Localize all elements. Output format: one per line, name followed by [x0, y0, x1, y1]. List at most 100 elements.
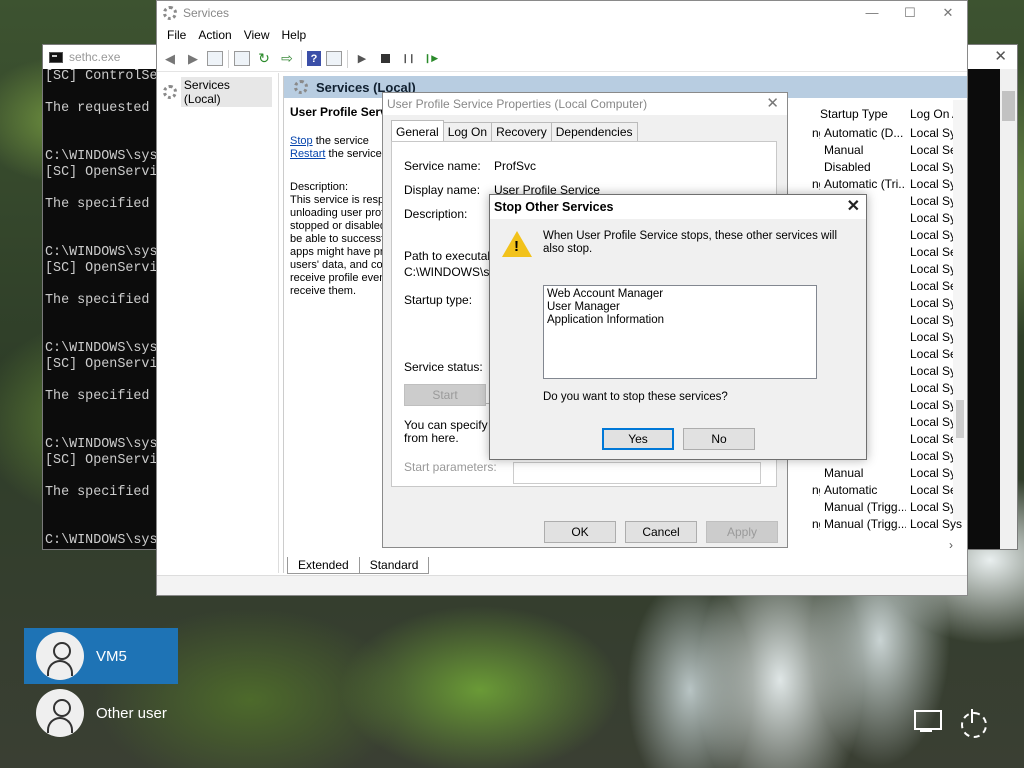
table-row[interactable]: ngAutomaticLocal Ser	[812, 481, 968, 498]
row-startup-type: Automatic	[824, 482, 878, 497]
start-params-input[interactable]	[513, 462, 761, 484]
restart-service-icon[interactable]	[422, 50, 440, 68]
properties-titlebar[interactable]: User Profile Service Properties (Local C…	[383, 93, 787, 115]
console-tree-icon[interactable]	[207, 51, 223, 66]
toolbar-separator	[228, 49, 229, 68]
ok-button[interactable]: OK	[544, 521, 616, 543]
tab-recovery[interactable]: Recovery	[491, 122, 552, 143]
service-description-label: Description:	[290, 181, 349, 193]
export-list-icon[interactable]	[278, 50, 296, 68]
properties-title: User Profile Service Properties (Local C…	[387, 97, 648, 111]
forward-icon[interactable]	[184, 50, 202, 68]
no-button[interactable]: No	[683, 428, 755, 450]
row-startup-type: Manual	[824, 465, 864, 480]
start-button[interactable]: Start	[404, 384, 486, 406]
tree-node-services-local[interactable]: Services (Local)	[157, 73, 278, 111]
description-line: receive profile event	[290, 272, 389, 284]
stop-service-icon[interactable]	[376, 50, 394, 68]
grid-vertical-scrollbar[interactable]	[953, 100, 967, 520]
cancel-button[interactable]: Cancel	[625, 521, 697, 543]
close-icon[interactable]: ✕	[929, 1, 967, 24]
start-service-icon[interactable]	[353, 50, 371, 68]
table-row[interactable]: ngAutomatic (Tri...Local Sys	[812, 175, 968, 192]
gear-icon	[163, 85, 177, 99]
console-close-icon[interactable]: ✕	[994, 47, 1007, 65]
tab-dependencies[interactable]: Dependencies	[550, 122, 638, 143]
stop-dialog-question: Do you want to stop these services?	[543, 391, 728, 403]
row-startup-type: Automatic (Tri...	[824, 176, 906, 191]
description-line: receive them.	[290, 285, 357, 297]
console-scrollbar[interactable]	[1000, 69, 1017, 549]
dependent-service-item[interactable]: Web Account Manager	[547, 288, 813, 301]
toolbar-separator	[301, 49, 302, 68]
user-tile-other-user[interactable]: Other user	[24, 685, 178, 741]
startup-type-label: Startup type:	[404, 293, 473, 307]
properties-icon[interactable]	[234, 51, 250, 66]
stop-dialog-title: Stop Other Services	[494, 200, 614, 214]
services-title: Services	[183, 5, 230, 20]
maximize-icon[interactable]: ☐	[891, 1, 929, 24]
dependent-service-item[interactable]: Application Information	[547, 314, 813, 327]
pause-service-icon[interactable]	[399, 50, 417, 68]
cmd-icon	[49, 51, 63, 63]
tab-general[interactable]: General	[391, 120, 444, 143]
user-name: Other user	[96, 704, 167, 722]
tab-log-on[interactable]: Log On	[442, 122, 493, 143]
table-row[interactable]: ngAutomatic (D...Local Sys	[812, 124, 968, 141]
row-startup-type: Manual	[824, 142, 864, 157]
column-startup-type[interactable]: Startup Type	[812, 107, 906, 121]
stop-dialog-message: When User Profile Service stops, these o…	[543, 230, 837, 255]
stop-other-services-dialog[interactable]: Stop Other Services ✕ When User Profile …	[489, 194, 867, 460]
menu-bar: File Action View Help	[157, 24, 967, 46]
service-detail: User Profile Serv Stop the service Resta…	[290, 105, 391, 298]
help-icon[interactable]: ?	[307, 51, 321, 66]
restart-service-link[interactable]: Restart	[290, 148, 325, 160]
description-line: unloading user profil	[290, 207, 390, 219]
description-line: users' data, and con	[290, 259, 389, 271]
services-titlebar[interactable]: Services — ☐ ✕	[157, 1, 967, 24]
scroll-right-icon[interactable]: ›	[949, 538, 953, 552]
toolbar: ?	[157, 46, 967, 72]
user-avatar-icon	[36, 632, 84, 680]
row-name-fragment: ng	[812, 176, 820, 191]
user-name: VM5	[96, 647, 127, 665]
table-row[interactable]: Manual Local Sys	[812, 464, 968, 481]
service-detail-name: User Profile Serv	[290, 105, 387, 119]
table-row[interactable]: Disabled Local Sys	[812, 158, 968, 175]
refresh-icon[interactable]	[255, 50, 273, 68]
stop-service-link[interactable]: Stop	[290, 135, 313, 147]
back-icon[interactable]	[161, 50, 179, 68]
tree-pane: Services (Local)	[157, 73, 279, 573]
description-label: Description:	[404, 207, 468, 221]
dependent-service-item[interactable]: User Manager	[547, 301, 813, 314]
start-params-hint-2: from here.	[404, 431, 459, 445]
minimize-icon[interactable]: —	[853, 1, 891, 24]
table-row[interactable]: ngManual (Trigg...Local Sys	[812, 515, 968, 532]
user-tile-vm5[interactable]: VM5	[24, 628, 178, 684]
tab-standard[interactable]: Standard	[358, 557, 430, 574]
dependent-services-list[interactable]: Web Account Manager User Manager Applicati…	[543, 285, 817, 379]
table-row[interactable]: Manual Local Ser	[812, 141, 968, 158]
power-icon[interactable]	[958, 708, 990, 738]
row-name-fragment: ng	[812, 482, 820, 497]
path-value: C:\WINDOWS\sy	[404, 265, 496, 279]
row-startup-type: Automatic (D...	[824, 125, 904, 140]
table-row[interactable]: Manual (Trigg... Local Sys	[812, 498, 968, 515]
yes-button[interactable]: Yes	[602, 428, 674, 450]
menu-help[interactable]: Help	[276, 28, 313, 42]
description-line: stopped or disabled,	[290, 220, 390, 232]
service-status-label: Service status:	[404, 360, 483, 374]
row-name-fragment: ng	[812, 516, 820, 531]
menu-action[interactable]: Action	[192, 28, 237, 42]
show-hide-icon[interactable]	[326, 51, 342, 66]
stop-dialog-close-icon[interactable]: ✕	[847, 196, 860, 216]
network-icon[interactable]	[912, 708, 944, 738]
description-line: This service is respo	[290, 194, 391, 206]
tab-extended[interactable]: Extended	[287, 557, 360, 574]
properties-close-icon[interactable]: ✕	[766, 94, 779, 112]
menu-view[interactable]: View	[238, 28, 276, 42]
stop-dialog-titlebar[interactable]: Stop Other Services ✕	[490, 195, 866, 219]
view-tabs: Extended Standard	[287, 557, 430, 574]
menu-file[interactable]: File	[161, 28, 192, 42]
apply-button[interactable]: Apply	[706, 521, 778, 543]
